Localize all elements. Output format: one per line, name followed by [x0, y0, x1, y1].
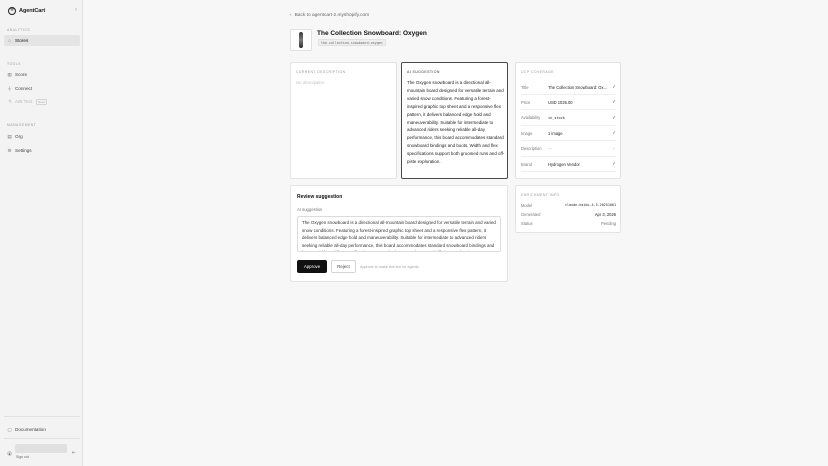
row-value: in_stock [548, 115, 565, 120]
sidebar-item-settings[interactable]: ⚙ Settings [4, 145, 80, 156]
sidebar-item-connect[interactable]: ⏚ Connect [4, 83, 80, 94]
enrichment-row-status: Status Pending [521, 219, 616, 227]
product-thumbnail [290, 29, 312, 51]
check-icon: ✓ [612, 84, 616, 89]
review-sublabel: AI suggestion [297, 207, 323, 212]
row-value: — [548, 146, 553, 152]
suggestion-textarea[interactable]: The Oxygen snowboard is a directional al… [297, 216, 501, 252]
ucp-coverage-card: UCP COVERAGE Title The Collection Snowboa… [515, 62, 621, 179]
reject-button[interactable]: Reject [331, 260, 356, 273]
enrichment-info-card: ENRICHMENT INFO Model claude-haiku-4-5-2… [515, 185, 621, 233]
coverage-row: Brand Hydrogen Vendor ✓ [521, 157, 616, 172]
sidebar-divider [4, 438, 80, 439]
section-management: MANAGEMENT [7, 123, 37, 127]
empty-description-text: No description [296, 80, 325, 85]
sidebar-item-documentation[interactable]: ▢ Documentation [4, 424, 80, 435]
sidebar-item-stores[interactable]: ⌂ Stores [4, 35, 80, 46]
sidebar-item-label: Org [15, 134, 23, 139]
current-description-card: CURRENT DESCRIPTION No description [290, 62, 397, 179]
status-badge: Pending [600, 220, 616, 226]
store-icon: ⌂ [8, 38, 11, 43]
row-value: claude-haiku-4-5-20251001 [564, 203, 616, 207]
review-title: Review suggestion [297, 194, 343, 200]
row-key: Model [521, 202, 533, 208]
avatar: ● [7, 451, 12, 456]
page-title: The Collection Snowboard: Oxygen [317, 30, 427, 37]
collapse-sidebar-icon[interactable]: ‹ [75, 7, 77, 13]
check-icon: ✓ [612, 114, 616, 120]
sidebar-item-label: A/B Test [15, 99, 33, 104]
back-link[interactable]: ‹ Back to agentcart-2.myshopify.com [290, 13, 369, 18]
row-value: 1 image [548, 130, 563, 136]
row-key: Availability [521, 115, 541, 121]
agentcart-logo-icon: ✲ [8, 6, 16, 15]
section-tools: TOOLS [7, 62, 21, 66]
sidebar-item-ab-test: ⚗ A/B Test Soon [4, 96, 80, 107]
sidebar-item-label: Connect [15, 86, 33, 91]
back-link-label: Back to agentcart-2.myshopify.com [294, 13, 370, 18]
card-label: ENRICHMENT INFO [521, 193, 560, 197]
sidebar-item-label: Stores [15, 38, 29, 43]
coverage-row: Availability in_stock ✓ [521, 111, 616, 126]
coverage-row: Price USD 1025.00 ✓ [521, 95, 616, 111]
row-key: Generated [521, 211, 541, 217]
row-value: Apr 3, 2026 [594, 211, 616, 217]
sidebar-toggle-icon[interactable]: ⇤ [72, 450, 76, 456]
sidebar: ✲ AgentCart ‹ ANALYTICS ⌂ Stores TOOLS ▥… [0, 0, 83, 466]
check-icon: ✓ [612, 130, 616, 136]
enrichment-row-model: Model claude-haiku-4-5-20251001 [521, 201, 616, 209]
card-label: CURRENT DESCRIPTION [296, 70, 346, 74]
row-key: Status [521, 220, 533, 226]
approve-button[interactable]: Approve [297, 260, 327, 273]
row-key: Image [521, 130, 533, 136]
ai-suggestion-card: AI SUGGESTION The Oxygen snowboard is a … [401, 62, 508, 179]
sidebar-divider [4, 416, 80, 417]
document-icon: ▢ [7, 426, 12, 432]
card-label: UCP COVERAGE [521, 70, 554, 74]
section-analytics: ANALYTICS [7, 28, 31, 32]
sidebar-item-label: Settings [15, 148, 32, 153]
sidebar-item-score[interactable]: ▥ Score [4, 69, 80, 80]
row-value: The Collection Snowboard: Oxygen [548, 84, 611, 90]
brand[interactable]: ✲ AgentCart [8, 6, 45, 15]
row-key: Price [521, 99, 531, 105]
user-info [15, 444, 67, 453]
snowboard-image [299, 32, 303, 48]
row-value: USD 1025.00 [548, 99, 573, 105]
coverage-row: Image 1 image ✓ [521, 126, 616, 142]
building-icon: ▤ [7, 133, 12, 139]
gear-icon: ⚙ [7, 147, 12, 153]
approve-hint: Approve to make this live for agents. [360, 265, 420, 269]
coverage-row: Title The Collection Snowboard: Oxygen ✓ [521, 80, 616, 95]
plug-icon: ⏚ [7, 85, 12, 91]
row-key: Brand [521, 161, 532, 167]
chart-icon: ▥ [7, 71, 12, 77]
coverage-row: Description — ✓ [521, 142, 616, 157]
review-card: Review suggestion AI suggestion The Oxyg… [290, 185, 508, 282]
row-key: Description [521, 146, 542, 152]
sidebar-item-label: Score [15, 72, 28, 77]
check-icon: ✓ [612, 99, 616, 105]
flask-icon: ⚗ [7, 98, 12, 104]
row-key: Title [521, 84, 529, 90]
sign-out-link[interactable]: Sign out [16, 455, 29, 459]
sidebar-item-label: Documentation [15, 427, 46, 432]
row-value: Hydrogen Vendor [548, 161, 580, 167]
soon-badge: Soon [36, 98, 48, 105]
check-icon: ✓ [612, 161, 616, 166]
brand-name: AgentCart [19, 7, 46, 14]
sidebar-item-org[interactable]: ▤ Org [4, 131, 80, 142]
ai-suggestion-text: The Oxygen snowboard is a directional al… [407, 80, 505, 165]
enrichment-row-generated: Generated Apr 3, 2026 [521, 210, 616, 218]
chevron-left-icon: ‹ [290, 13, 292, 18]
card-label: AI SUGGESTION [407, 70, 440, 74]
product-handle-badge: the-collection-snowboard-oxygen [318, 39, 386, 46]
check-icon: ✓ [612, 145, 616, 151]
